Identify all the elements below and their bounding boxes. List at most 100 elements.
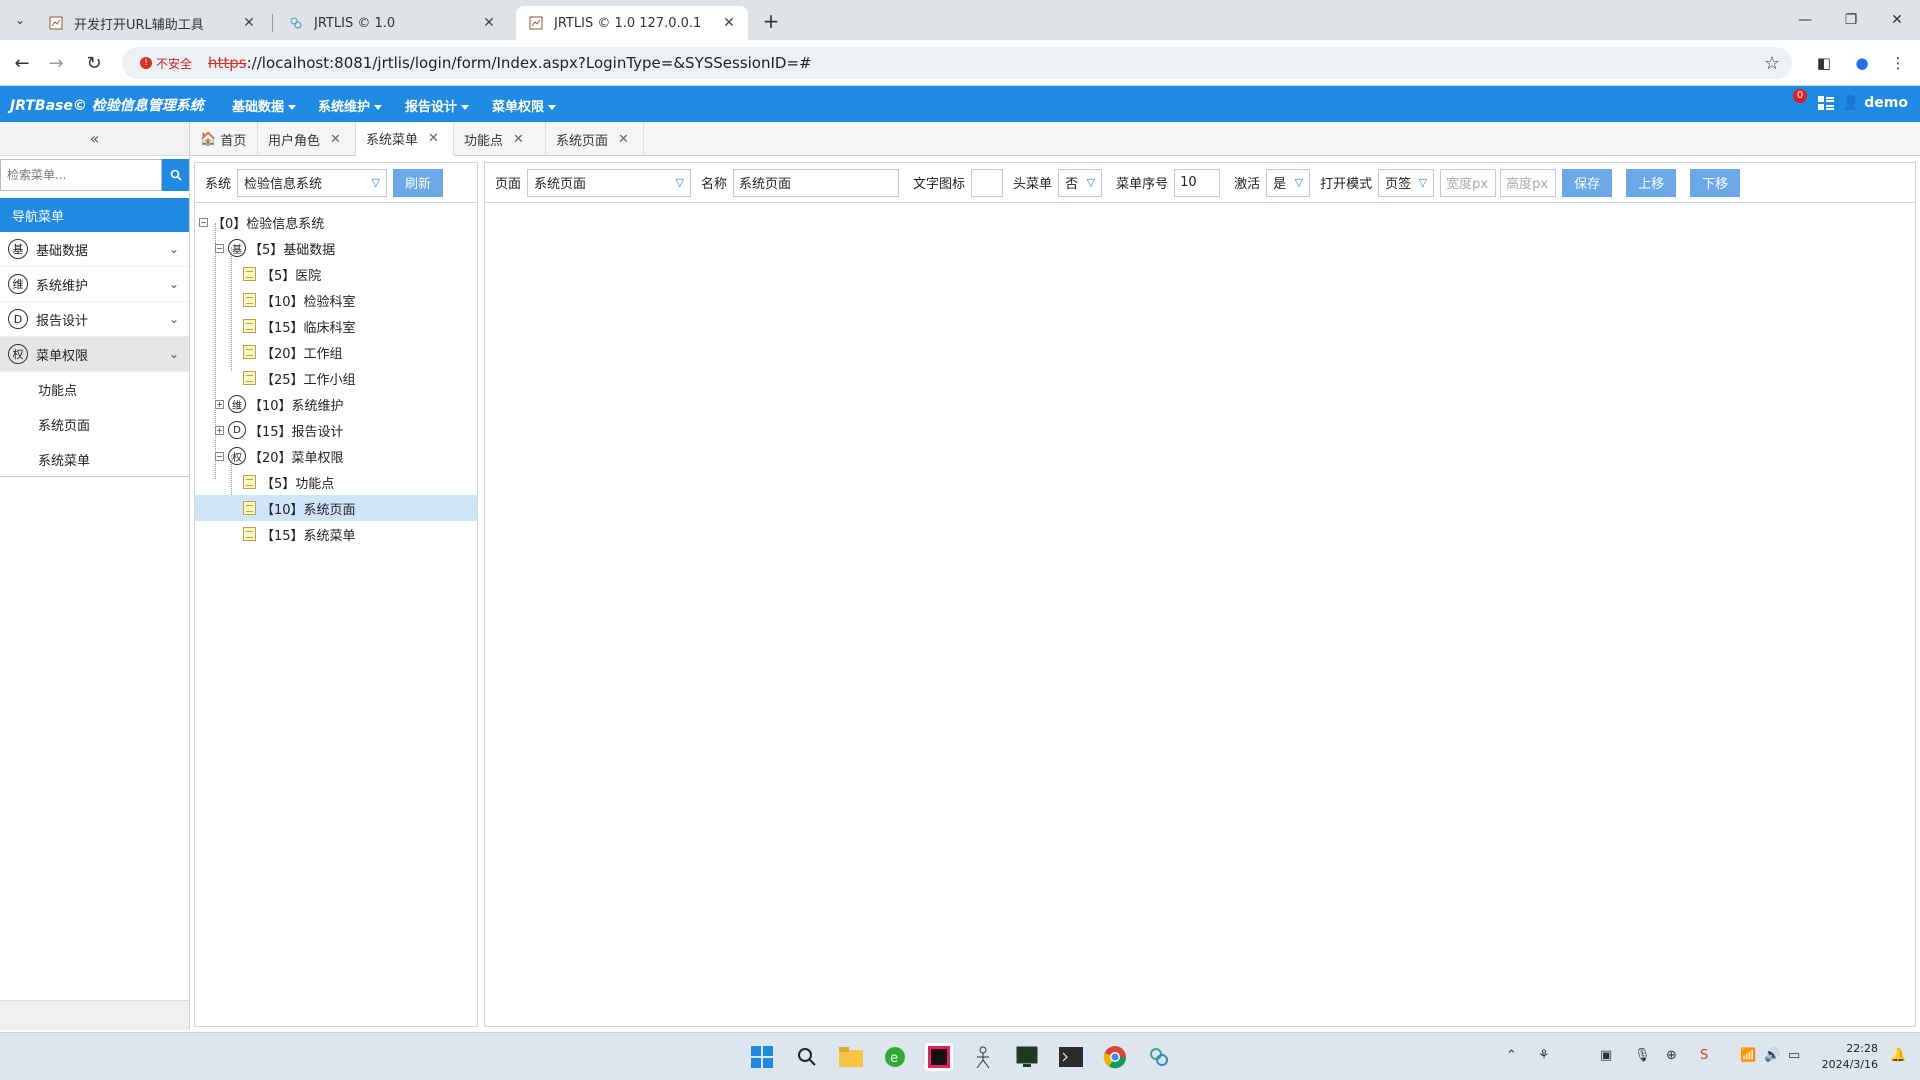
top-menu-report-design[interactable]: 报告设计 — [405, 96, 470, 115]
clock[interactable]: 22:28 2024/3/16 — [1822, 1041, 1878, 1073]
search-icon[interactable] — [793, 1043, 821, 1071]
wifi-icon[interactable]: 📶 — [1740, 1048, 1756, 1063]
tree-node-report-design[interactable]: + D 【15】报告设计 — [195, 417, 477, 443]
sidebar-group-menu-permission[interactable]: 权 菜单权限 ⌄ — [0, 337, 189, 372]
search-icon[interactable] — [162, 159, 189, 191]
chrome-icon[interactable] — [1101, 1043, 1129, 1071]
move-down-button[interactable]: 下移 — [1690, 168, 1741, 197]
reload-icon[interactable]: ↻ — [82, 51, 106, 75]
sidebar-group-basic-data[interactable]: 基 基础数据 ⌄ — [0, 232, 189, 267]
top-menu-basic-data[interactable]: 基础数据 — [232, 96, 297, 115]
permission-icon: 权 — [228, 447, 246, 465]
more-menu-icon[interactable]: ⋮ — [1886, 51, 1910, 75]
caret-down-icon — [374, 105, 383, 110]
tree-node-basic-data[interactable]: − 基【5】基础数据 — [195, 235, 477, 261]
user-menu[interactable]: 👤 demo — [1842, 95, 1908, 111]
windows-start-icon[interactable] — [748, 1043, 776, 1071]
close-icon[interactable]: ✕ — [240, 15, 258, 31]
tab-system-page[interactable]: 系统页面 ✕ — [546, 122, 644, 156]
browser-tab-2[interactable]: JRTLIS © 1.0 ✕ — [276, 6, 508, 40]
display-icon[interactable]: ▣ — [1600, 1048, 1612, 1063]
head-menu-select[interactable]: 否 ▽ — [1058, 168, 1103, 197]
file-explorer-icon[interactable] — [837, 1043, 865, 1071]
collapse-sidebar-icon[interactable]: « — [0, 122, 189, 156]
volume-icon[interactable]: 🔊 — [1764, 1048, 1780, 1063]
bookmark-star-icon[interactable]: ☆ — [1764, 53, 1780, 74]
monitor-app-icon[interactable] — [1013, 1043, 1041, 1071]
tab-system-menu[interactable]: 系统菜单 ✕ — [356, 122, 454, 156]
input-method-icon[interactable]: ⊕ — [1666, 1048, 1677, 1063]
height-input[interactable]: 高度px — [1500, 168, 1557, 197]
order-input[interactable]: 10 — [1174, 168, 1221, 197]
notification-bell-icon[interactable]: 🔔 — [1890, 1048, 1906, 1063]
save-button[interactable]: 保存 — [1562, 168, 1613, 197]
tab-function-point[interactable]: 功能点 ✕ — [454, 122, 546, 156]
app-figure-icon[interactable] — [969, 1043, 997, 1071]
chevron-down-icon: ⌄ — [168, 312, 180, 326]
restore-button[interactable]: ❐ — [1828, 0, 1874, 40]
app-swirl-icon[interactable] — [1145, 1043, 1173, 1071]
refresh-button[interactable]: 刷新 — [393, 168, 444, 197]
tree-node-workgroup[interactable]: 【20】工作组 — [195, 339, 477, 365]
active-select[interactable]: 是 ▽ — [1266, 168, 1311, 197]
apps-grid-icon[interactable] — [1818, 96, 1834, 112]
close-icon[interactable]: ✕ — [428, 131, 439, 146]
browser-tab-3-active[interactable]: JRTLIS © 1.0 127.0.0.1 ✕ — [516, 6, 748, 40]
close-icon[interactable]: ✕ — [618, 132, 629, 147]
close-icon[interactable]: ✕ — [513, 132, 524, 147]
width-input[interactable]: 宽度px — [1440, 168, 1497, 197]
close-icon[interactable]: ✕ — [480, 15, 498, 31]
new-tab-button[interactable]: + — [758, 8, 784, 34]
tree-node-hospital[interactable]: 【5】医院 — [195, 261, 477, 287]
notification-badge[interactable]: 0 — [1793, 89, 1807, 103]
terminal-icon[interactable] — [1057, 1043, 1085, 1071]
system-select[interactable]: 检验信息系统 ▽ — [237, 168, 388, 197]
sidebar-item-system-page[interactable]: 系统页面 — [0, 407, 189, 442]
tree-node-lab-dept[interactable]: 【10】检验科室 — [195, 287, 477, 313]
tab-search-button[interactable]: ⌄ — [8, 8, 32, 32]
browser-tab-1[interactable]: 开发打开URL辅助工具 ✕ — [36, 6, 268, 40]
sidebar-item-function-point[interactable]: 功能点 — [0, 372, 189, 407]
move-up-button[interactable]: 上移 — [1626, 168, 1677, 197]
tree-node-work-subgroup[interactable]: 【25】工作小组 — [195, 365, 477, 391]
window-close-button[interactable]: ✕ — [1874, 0, 1920, 40]
tree-node-system-maintenance[interactable]: + 维【10】系统维护 — [195, 391, 477, 417]
tree-node-menu-permission[interactable]: − 权【20】菜单权限 — [195, 443, 477, 469]
security-chip[interactable]: ! 不安全 — [132, 52, 200, 75]
text-icon-input[interactable] — [971, 168, 1004, 197]
side-panel-icon[interactable]: ◧ — [1812, 51, 1836, 75]
omnibox[interactable]: ! 不安全 https://localhost:8081/jrtlis/logi… — [122, 47, 1792, 79]
tree-node-system-page-selected[interactable]: 【10】系统页面 — [195, 495, 477, 521]
document-icon — [243, 501, 256, 515]
ide-icon[interactable] — [925, 1043, 953, 1071]
sidebar-group-system-maintenance[interactable]: 维 系统维护 ⌄ — [0, 267, 189, 302]
battery-icon[interactable]: ▭ — [1788, 1048, 1800, 1063]
tree-node-system-menu[interactable]: 【15】系统菜单 — [195, 521, 477, 547]
close-icon[interactable]: ✕ — [720, 15, 738, 31]
profile-icon[interactable]: ● — [1850, 51, 1874, 75]
top-menu-system-maintenance[interactable]: 系统维护 — [318, 96, 383, 115]
minimize-button[interactable]: — — [1782, 0, 1828, 40]
tab-user-role[interactable]: 用户角色 ✕ — [258, 122, 356, 156]
menu-tree-panel: 系统 检验信息系统 ▽ 刷新 − 【0】检验信息系统 − 基【5】基础数据 【5】医院… — [194, 162, 478, 1027]
menu-search-input[interactable] — [0, 159, 162, 191]
app-tray-icon[interactable]: S — [1700, 1048, 1708, 1063]
back-arrow-icon[interactable]: ← — [10, 51, 34, 75]
tree-node-clinical-dept[interactable]: 【15】临床科室 — [195, 313, 477, 339]
url-text[interactable]: https://localhost:8081/jrtlis/login/form… — [208, 54, 812, 72]
tree-node-function-point[interactable]: 【5】功能点 — [195, 469, 477, 495]
forward-arrow-icon[interactable]: → — [44, 51, 68, 75]
chevron-up-icon[interactable]: ⌃ — [1506, 1048, 1517, 1063]
page-select[interactable]: 系统页面 ▽ — [527, 168, 692, 197]
tree-node-root[interactable]: − 【0】检验信息系统 — [195, 209, 477, 235]
sidebar-item-system-menu[interactable]: 系统菜单 — [0, 442, 189, 477]
name-input[interactable]: 系统页面 — [733, 168, 900, 197]
top-menu-menu-permission[interactable]: 菜单权限 — [492, 96, 557, 115]
browser-e-icon[interactable]: e — [881, 1043, 909, 1071]
close-icon[interactable]: ✕ — [330, 132, 341, 147]
network-app-icon[interactable]: ⚘ — [1538, 1048, 1550, 1063]
tab-home[interactable]: 🏠 首页 — [190, 122, 258, 156]
open-mode-select[interactable]: 页签 ▽ — [1378, 168, 1435, 197]
sidebar-group-report-design[interactable]: D 报告设计 ⌄ — [0, 302, 189, 337]
microphone-icon[interactable]: 🎙 — [1634, 1048, 1651, 1063]
